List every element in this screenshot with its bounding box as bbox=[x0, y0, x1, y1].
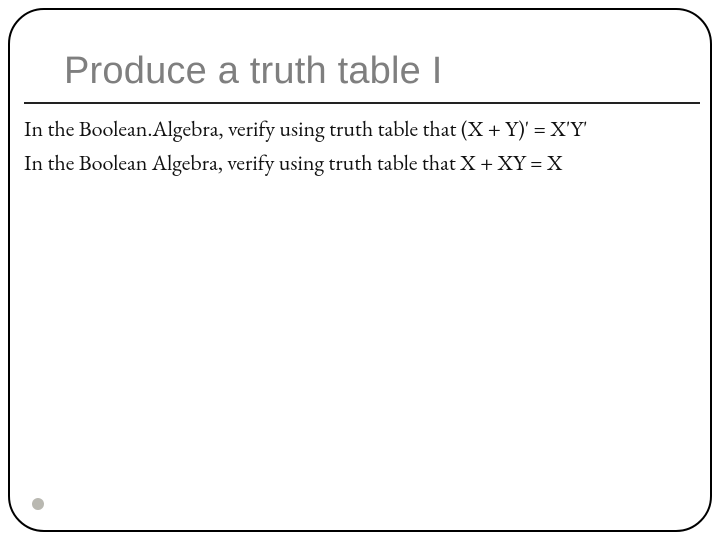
title-underline bbox=[24, 102, 700, 104]
slide-body: In the Boolean.Algebra, verify using tru… bbox=[24, 113, 704, 181]
body-line: In the Boolean Algebra, verify using tru… bbox=[24, 147, 704, 179]
body-line: In the Boolean.Algebra, verify using tru… bbox=[24, 113, 704, 145]
slide-frame: Produce a truth table I In the Boolean.A… bbox=[8, 8, 712, 532]
bullet-icon bbox=[32, 498, 44, 510]
slide-title: Produce a truth table I bbox=[64, 50, 443, 93]
